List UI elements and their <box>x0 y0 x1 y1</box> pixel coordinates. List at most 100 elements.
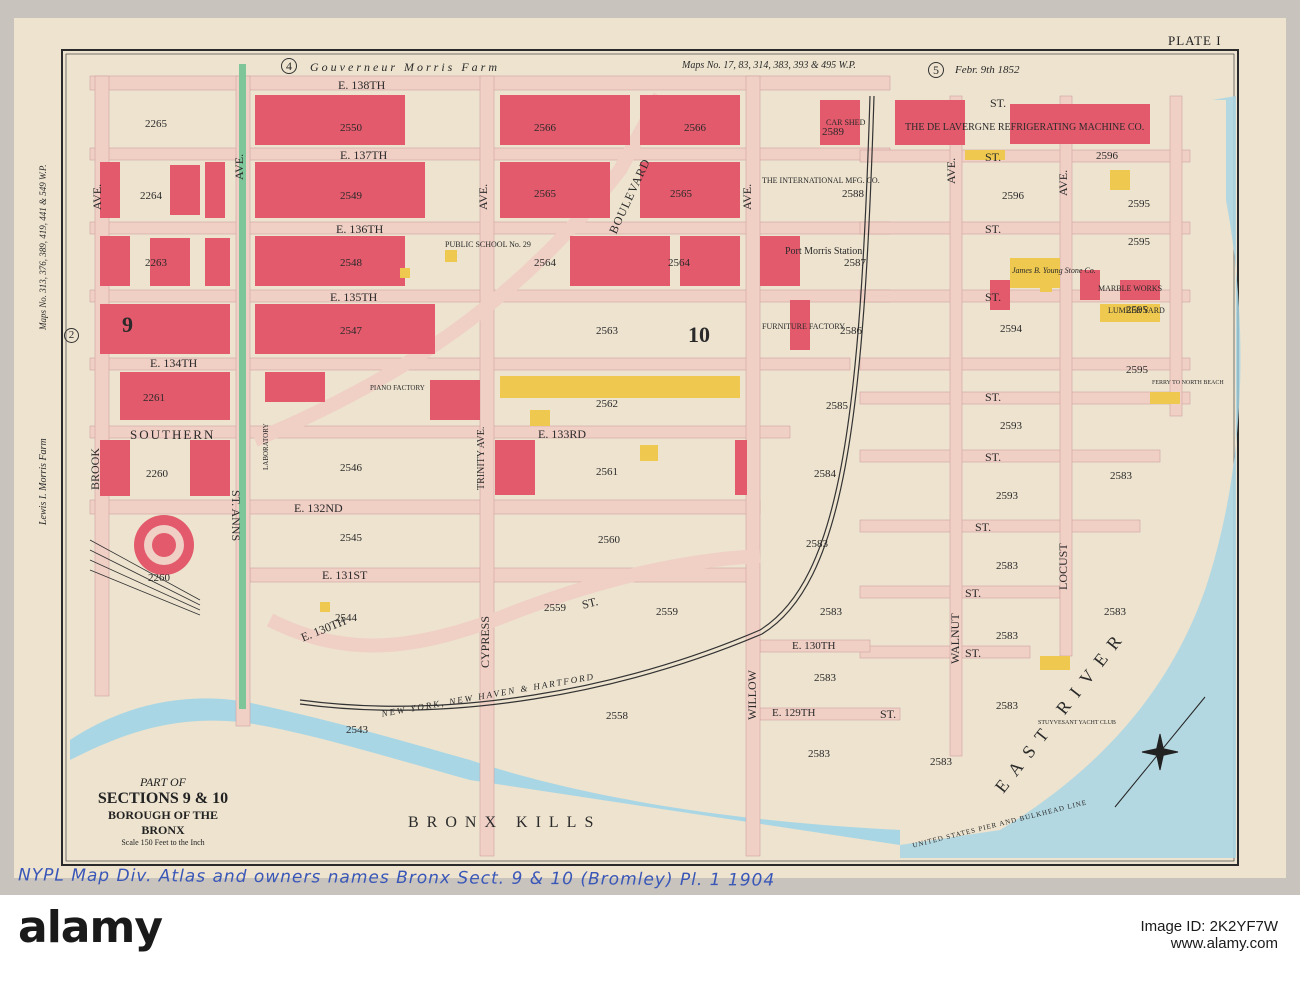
block-number: 2547 <box>340 325 362 337</box>
street-e133: E. 133RD <box>538 427 586 441</box>
street-e132: E. 132ND <box>294 501 343 515</box>
street-e136: E. 136TH <box>336 222 384 236</box>
block-number: 2583 <box>806 538 828 550</box>
street-st-6: ST. <box>985 450 1002 464</box>
street-st-2: ST. <box>985 150 1002 164</box>
block-number: 2559 <box>656 606 678 618</box>
block-number: 2595 <box>1128 198 1150 210</box>
map-number-2: 2 <box>64 328 79 343</box>
block-number: 2583 <box>814 672 836 684</box>
avenue-brook: BROOK <box>88 447 102 490</box>
block-number: 2588 <box>842 188 864 200</box>
title-sections: SECTIONS 9 & 10 <box>97 790 229 807</box>
street-st-7: ST. <box>975 520 992 534</box>
block-number: 2565 <box>534 188 556 200</box>
block-number: 2583 <box>1104 606 1126 618</box>
alamy-meta: Image ID: 2K2YF7W www.alamy.com <box>1140 918 1278 952</box>
map-number-4: 4 <box>281 58 297 74</box>
block-number: 2558 <box>606 710 628 722</box>
block-number: 2583 <box>1110 470 1132 482</box>
block-number: 2583 <box>930 756 952 768</box>
block-number: 2583 <box>996 700 1018 712</box>
block-number: 2559 <box>544 602 566 614</box>
block-number: 2566 <box>534 122 556 134</box>
block-number: 2548 <box>340 257 362 269</box>
block-number: 2564 <box>534 257 556 269</box>
block-number: 2596 <box>1002 190 1024 202</box>
furniture-factory-label: FURNITURE FACTORY <box>762 322 846 331</box>
delavergne-label: THE DE LAVERGNE REFRIGERATING MACHINE CO… <box>905 122 1145 133</box>
block-number: 2544 <box>335 612 357 624</box>
laboratory-label: LABORATORY <box>262 423 270 470</box>
alamy-site: www.alamy.com <box>1170 935 1278 952</box>
left-maps-reference: Maps No. 313, 376, 389, 419, 441 & 549 W… <box>38 164 48 330</box>
street-e138: E. 138TH <box>338 78 386 92</box>
block-number: 2550 <box>340 122 362 134</box>
piano-factory-label: PIANO FACTORY <box>370 384 425 392</box>
street-e130-east: E. 130TH <box>792 640 836 652</box>
block-number: 2261 <box>143 392 165 404</box>
maps-reference: Maps No. 17, 83, 314, 383, 393 & 495 W.P… <box>682 60 856 71</box>
left-farm-label: Lewis I. Morris Farm <box>38 438 49 525</box>
street-st-9: ST. <box>965 646 982 660</box>
international-label: THE INTERNATIONAL MFG. CO. <box>762 176 880 185</box>
young-stone-label: James B. Young Stone Co. <box>1012 266 1096 275</box>
street-st-3: ST. <box>985 222 1002 236</box>
block-number: 2545 <box>340 532 362 544</box>
block-number: 2583 <box>820 606 842 618</box>
street-st-5: ST. <box>985 390 1002 404</box>
block-number: 2566 <box>684 122 706 134</box>
avenue-willow: WILLOW <box>745 670 759 720</box>
block-number: 2563 <box>596 325 618 337</box>
street-st-1: ST. <box>990 96 1007 110</box>
plate-label: PLATE I <box>1168 33 1222 48</box>
block-number: 2593 <box>1000 420 1022 432</box>
avenue-walnut: WALNUT <box>948 613 962 664</box>
title-part-of: PART OF <box>140 775 186 789</box>
map-number-5: 5 <box>928 62 944 78</box>
section-number-10: 10 <box>688 322 710 347</box>
avenue-locust-ave: AVE. <box>1056 169 1070 196</box>
marble-works-label: MARBLE WORKS <box>1098 284 1163 293</box>
block-number: 2564 <box>668 257 690 269</box>
avenue-cypress-ave: AVE. <box>740 183 754 210</box>
farm-label: Gouverneur Morris Farm <box>310 60 500 74</box>
block-number: 2595 <box>1128 236 1150 248</box>
bronx-kills-label: BRONX KILLS <box>408 814 602 831</box>
avenue-walnut-ave: AVE. <box>944 157 958 184</box>
block-number: 2589 <box>822 126 844 138</box>
block-number: 2596 <box>1096 150 1118 162</box>
block-number: 2586 <box>840 325 862 337</box>
avenue-trinity-ave: AVE. <box>476 183 490 210</box>
block-number: 2583 <box>808 748 830 760</box>
street-st-4: ST. <box>985 290 1002 304</box>
block-number: 2260 <box>146 468 168 480</box>
avenue-st-anns: ST. ANNS <box>229 490 243 542</box>
alamy-logo: alamy <box>18 902 163 953</box>
avenue-trinity: TRINITY AVE. <box>476 426 487 490</box>
avenue-st-anns-ave: AVE. <box>232 153 246 180</box>
title-scale: Scale 150 Feet to the Inch <box>121 838 205 847</box>
block-number: 2561 <box>596 466 618 478</box>
block-number: 2587 <box>844 257 866 269</box>
yacht-club-label: STUYVESANT YACHT CLUB <box>1038 720 1116 726</box>
title-borough: BOROUGH OF THE BRONX <box>107 808 218 837</box>
map-canvas <box>61 49 1241 866</box>
block-number: 2583 <box>996 560 1018 572</box>
street-st-8: ST. <box>965 586 982 600</box>
street-e135: E. 135TH <box>330 290 378 304</box>
port-morris-label: Port Morris Station <box>785 246 863 257</box>
block-number: 2265 <box>145 118 167 130</box>
street-e129: E. 129TH <box>772 707 816 719</box>
street-southern: SOUTHERN <box>130 427 216 442</box>
watermark-band <box>0 895 1300 984</box>
avenue-locust: LOCUST <box>1056 543 1070 590</box>
block-number: 2565 <box>670 188 692 200</box>
block-number: 2584 <box>814 468 836 480</box>
block-number: 2593 <box>996 490 1018 502</box>
block-number: 2546 <box>340 462 362 474</box>
block-number: 2595 <box>1126 364 1148 376</box>
map-title-cartouche: PART OF SECTIONS 9 & 10 BOROUGH OF THE B… <box>88 775 238 847</box>
street-e134: E. 134TH <box>150 356 198 370</box>
street-e131: E. 131ST <box>322 568 368 582</box>
